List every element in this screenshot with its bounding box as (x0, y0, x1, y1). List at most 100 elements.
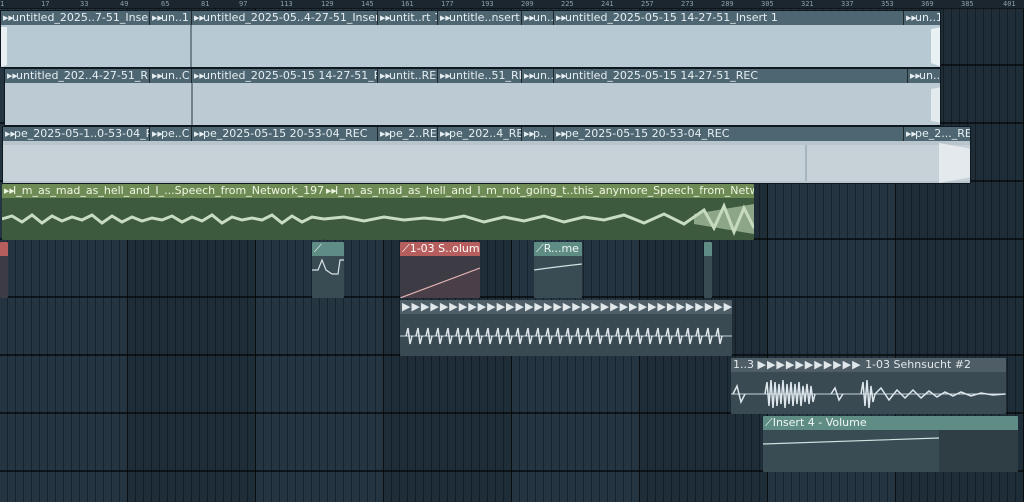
waveform (3, 141, 970, 183)
automation-clip-volume[interactable]: ⟋1-03 S..olume (400, 242, 480, 298)
clip-header[interactable]: 1..3 ▶▶▶▶▶▶▶▶▶▶▶ 1-03 Sehnsucht #2 (731, 358, 1006, 372)
clip-header[interactable]: ▶▶untitled_202..4-27-51_REC (5, 69, 150, 83)
play-arrow-icon: ▶▶ (556, 130, 567, 138)
automation-clip-insert4[interactable]: ⟋Insert 4 - Volume (763, 416, 1018, 472)
clip-header[interactable] (704, 242, 712, 256)
automation-body (312, 256, 344, 298)
clip-header[interactable]: ▶▶untitle..nsert 1 (438, 11, 522, 25)
ruler-tick: 161 (401, 0, 414, 8)
timeline-ruler[interactable]: 1 17 33 49 65 81 97 113 129 145 161 177 … (0, 0, 1024, 9)
clip-header[interactable]: ▶▶p.. (522, 127, 554, 141)
play-arrow-icon: ▶▶ (524, 72, 535, 80)
waveform (2, 198, 324, 240)
ruler-tick: 17 (41, 0, 50, 8)
clip-header[interactable]: ▶▶un.. (522, 11, 554, 25)
clip-header[interactable]: ▶▶pe_2025-05-15 20-53-04_REC (554, 127, 904, 141)
clip-header[interactable]: ▶▶pe_2..._REC (904, 127, 970, 141)
clip-header[interactable]: ▶▶I_m_as_mad_as_hell_and_I_...Speech_fro… (2, 184, 324, 198)
clip-header[interactable]: ▶▶pe_2025-05-15 20-53-04_REC (192, 127, 378, 141)
ruler-tick: 401 (1003, 0, 1016, 8)
automation-curve-icon: ⟋ (765, 416, 773, 429)
clip-header[interactable]: ▶▶pe..C (150, 127, 192, 141)
automation-clip-tiny[interactable] (704, 242, 712, 298)
ruler-tick: 353 (881, 0, 894, 8)
play-arrow-icon: ▶▶ (524, 14, 535, 22)
audio-clip-speech-a[interactable]: ▶▶I_m_as_mad_as_hell_and_I_...Speech_fro… (2, 184, 324, 240)
play-arrow-icon: ▶▶ (194, 130, 205, 138)
ruler-tick: 241 (601, 0, 614, 8)
play-arrow-icon: ▶▶ (440, 14, 451, 22)
clip-header[interactable]: ▶▶pe_202..4_REC (438, 127, 522, 141)
ruler-tick: 1 (0, 0, 5, 8)
clip-header[interactable]: ▶▶pe_2..REC (378, 127, 438, 141)
ruler-tick: 305 (761, 0, 774, 8)
clip-header[interactable]: ▶▶I_m_as_mad_as_hell_and_I_m_not_going_t… (324, 184, 754, 198)
automation-body (763, 430, 1018, 472)
automation-body (704, 256, 712, 298)
ruler-tick: 81 (201, 0, 210, 8)
clip-header[interactable]: ⟋R...me (534, 242, 582, 256)
audio-clip-rec[interactable]: ▶▶untitled_202..4-27-51_REC ▶▶un..C ▶▶un… (4, 68, 941, 126)
clip-header[interactable]: ⟋Insert 4 - Volume (763, 416, 1018, 430)
play-arrow-icon: ▶▶ (7, 72, 18, 80)
automation-clip-small[interactable]: ⟋ (312, 242, 344, 298)
ruler-tick: 289 (721, 0, 734, 8)
clip-header[interactable]: ⟋1-03 S..olume (400, 242, 480, 256)
play-arrow-icon: ▶▶▶▶▶▶▶▶▶▶▶ (757, 358, 862, 371)
clip-header[interactable]: ▶▶un..C (908, 69, 940, 83)
play-arrow-icon: ▶▶ (5, 130, 16, 138)
ruler-tick: 273 (681, 0, 694, 8)
clip-header[interactable]: ▶▶un.. (522, 69, 554, 83)
play-arrow-icon: ▶▶ (556, 72, 567, 80)
play-arrow-icon: ▶▶ (152, 130, 163, 138)
clip-header[interactable]: ⟋ (312, 242, 344, 256)
ruler-tick: 113 (280, 0, 293, 8)
ruler-tick: 33 (80, 0, 89, 8)
automation-clip-edge[interactable] (0, 242, 8, 298)
ruler-tick: 145 (361, 0, 374, 8)
clip-header[interactable]: ▶▶un..1 (904, 11, 940, 25)
play-arrow-icon: ▶▶ (380, 72, 391, 80)
play-arrow-icon: ▶▶ (152, 72, 163, 80)
clip-header[interactable]: ▶▶untitled_2025-05-15 14-27-51_Insert 1 (554, 11, 904, 25)
clip-header[interactable]: ▶▶untitled_2025-05-15 14-27-51_REC (554, 69, 908, 83)
audio-clip-sehnsucht[interactable]: 1..3 ▶▶▶▶▶▶▶▶▶▶▶ 1-03 Sehnsucht #2 (731, 358, 1006, 414)
clip-header[interactable]: ▶▶untitled_2025-05..4-27-51_Insert 1 (192, 11, 378, 25)
clip-header[interactable]: ▶▶untit..REC (378, 69, 438, 83)
waveform-graphic (3, 141, 970, 183)
play-arrow-icon: ▶▶ (326, 187, 337, 195)
ruler-tick: 177 (441, 0, 454, 8)
clip-header[interactable]: ▶▶▶▶▶▶▶▶▶▶▶▶▶▶▶▶▶▶▶▶▶▶▶▶▶▶▶▶▶▶▶▶▶▶▶▶▶▶▶▶ (400, 300, 732, 314)
clip-header[interactable]: ▶▶untitle..51_REC (438, 69, 522, 83)
ruler-tick: 193 (481, 0, 494, 8)
clip-header[interactable]: ▶▶untitled_2025..7-51_Insert 1 (1, 11, 150, 25)
audio-clip-speech-b[interactable]: ▶▶I_m_as_mad_as_hell_and_I_m_not_going_t… (324, 184, 754, 240)
clip-header[interactable]: ▶▶untit..rt 1 (378, 11, 438, 25)
clip-header[interactable] (0, 242, 8, 256)
playlist-area[interactable]: 1 17 33 49 65 81 97 113 129 145 161 177 … (0, 0, 1024, 502)
ruler-tick: 129 (321, 0, 334, 8)
ruler-tick: 97 (239, 0, 248, 8)
ruler-tick: 225 (561, 0, 574, 8)
clip-header[interactable]: ▶▶untitled_2025-05-15 14-27-51_REC (192, 69, 378, 83)
clip-header[interactable]: ▶▶un..1 (150, 11, 192, 25)
automation-curve-icon: ⟋ (536, 242, 544, 255)
play-arrow-icon: ▶▶ (910, 72, 921, 80)
play-arrow-icon: ▶▶ (906, 14, 917, 22)
clip-header[interactable]: ▶▶un..C (150, 69, 192, 83)
automation-clip-r[interactable]: ⟋R...me (534, 242, 582, 298)
play-arrow-icon: ▶▶ (524, 130, 535, 138)
automation-body (534, 256, 582, 298)
play-arrow-icon: ▶▶ (906, 130, 917, 138)
play-arrow-icon: ▶▶ (4, 187, 15, 195)
waveform-graphic (324, 202, 754, 237)
audio-clip-pe[interactable]: ▶▶pe_2025-05-1..0-53-04_REC ▶▶pe..C ▶▶pe… (2, 126, 971, 184)
waveform (5, 83, 940, 125)
play-arrow-icon: ▶▶ (380, 130, 391, 138)
pattern-clip-row[interactable]: ▶▶▶▶▶▶▶▶▶▶▶▶▶▶▶▶▶▶▶▶▶▶▶▶▶▶▶▶▶▶▶▶▶▶▶▶▶▶▶▶ (400, 300, 732, 356)
play-arrow-icon: ▶▶ (556, 14, 567, 22)
automation-graphic (534, 263, 582, 271)
audio-clip-insert1[interactable]: ▶▶untitled_2025..7-51_Insert 1 ▶▶un..1 ▶… (0, 10, 941, 68)
clip-header[interactable]: ▶▶pe_2025-05-1..0-53-04_REC (3, 127, 150, 141)
ruler-tick: 369 (921, 0, 934, 8)
